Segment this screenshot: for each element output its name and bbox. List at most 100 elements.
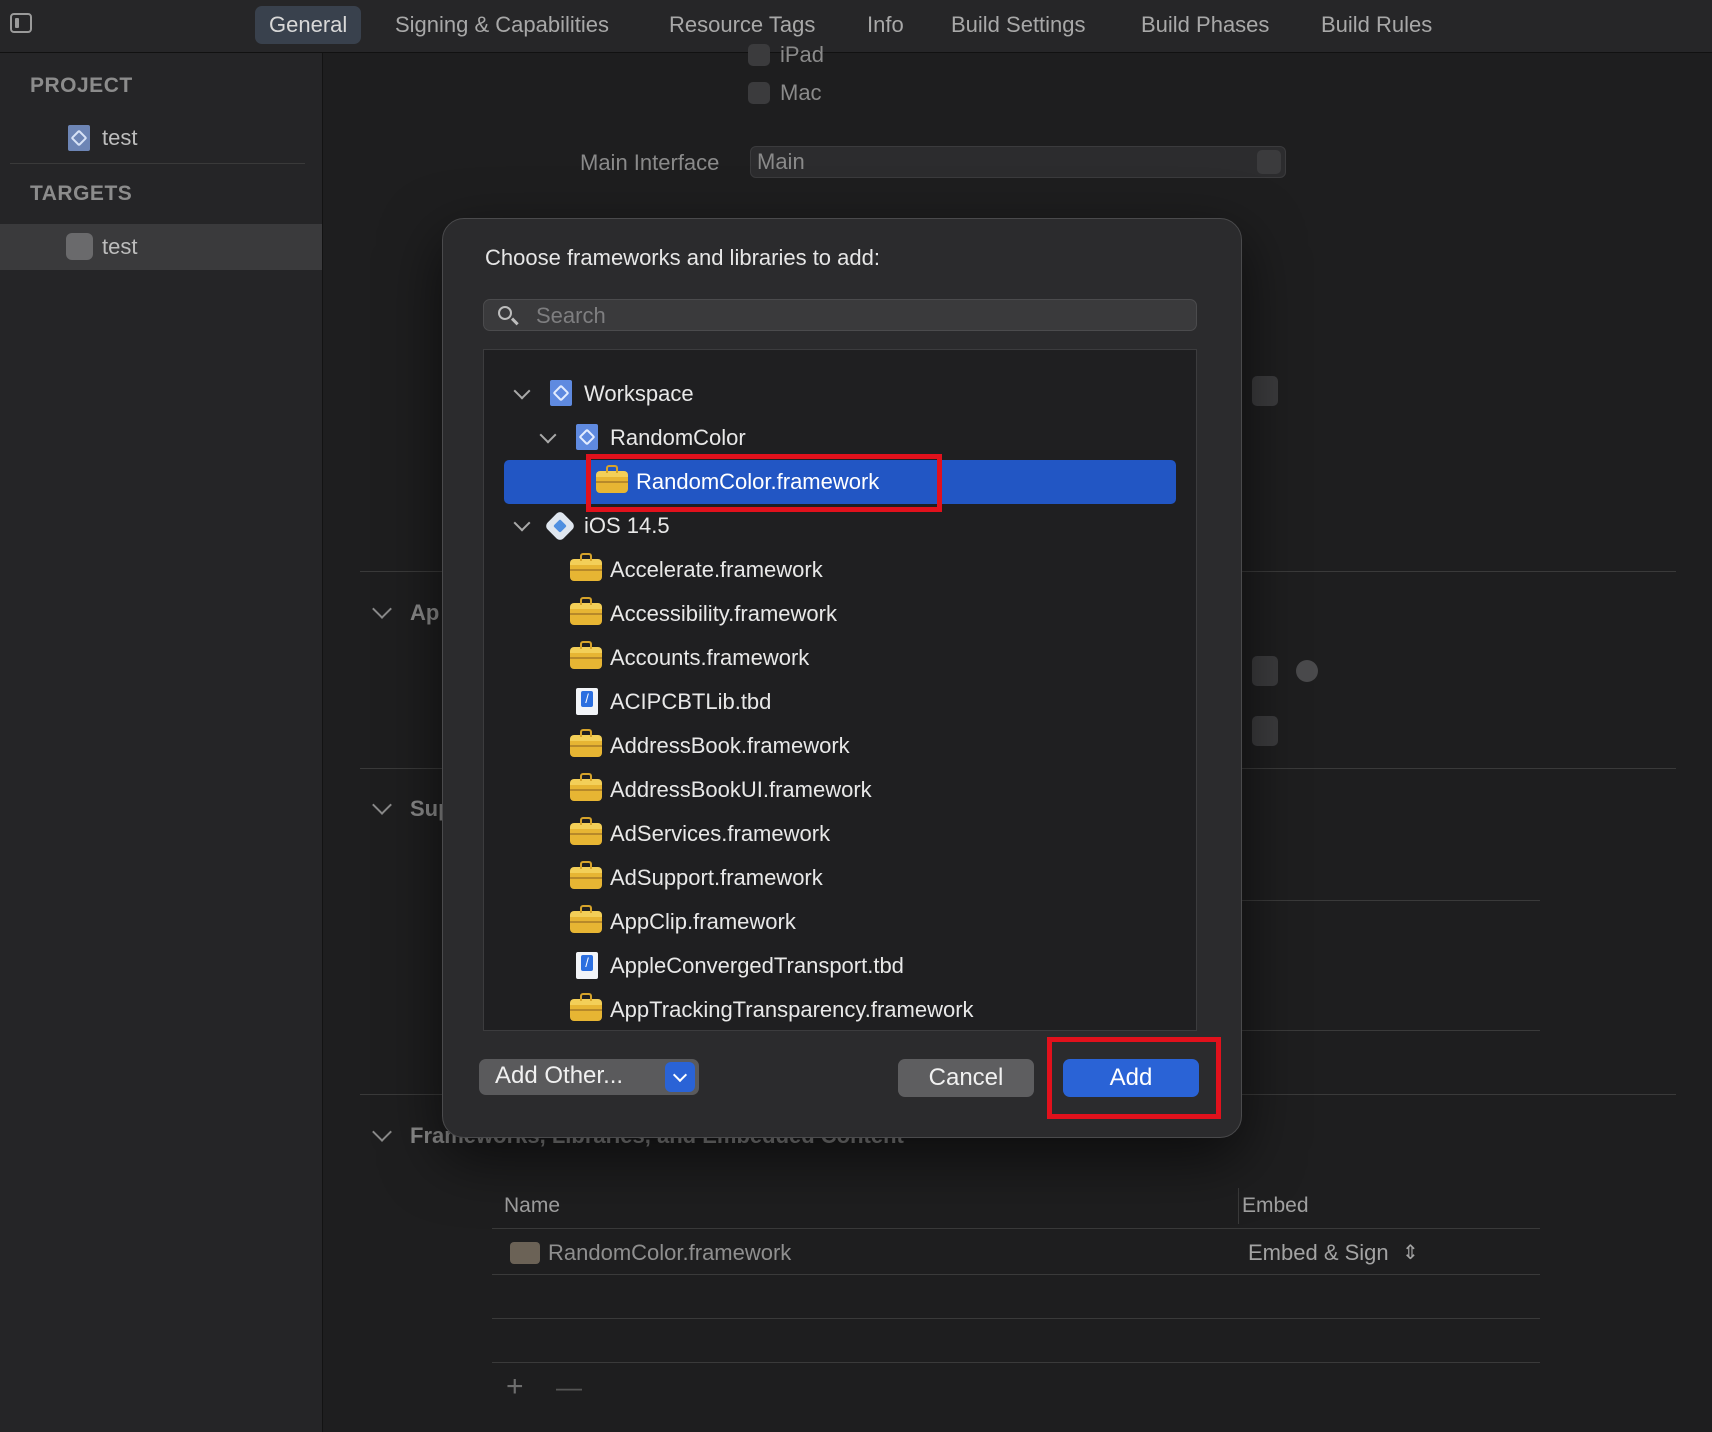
search-icon: [498, 306, 512, 320]
arrow-right-circle-icon[interactable]: [1296, 660, 1318, 682]
main-interface-label: Main Interface: [580, 150, 720, 175]
chevron-down-icon[interactable]: [372, 599, 392, 619]
framework-icon: [570, 729, 602, 757]
tree-row-label: AddressBook.framework: [610, 733, 850, 758]
add-other-button[interactable]: Add Other...: [479, 1059, 699, 1095]
table-row[interactable]: RandomColor.framework Embed & Sign ⇕: [492, 1232, 1540, 1275]
tree-row-label: Accounts.framework: [610, 645, 810, 670]
row-divider: [492, 1318, 1540, 1319]
add-frameworks-sheet: Choose frameworks and libraries to add: …: [442, 218, 1242, 1138]
remove-framework-button[interactable]: —: [556, 1372, 582, 1403]
sheet-title: Choose frameworks and libraries to add:: [485, 245, 880, 270]
tree-row[interactable]: Accelerate.framework: [504, 548, 1176, 592]
tree-row-label: ACIPCBTLib.tbd: [610, 689, 772, 714]
chevron-down-icon[interactable]: [372, 1122, 392, 1142]
row-divider: [492, 1362, 1540, 1363]
tbd-file-icon: [576, 688, 598, 715]
tab-signing-capabilities[interactable]: Signing & Capabilities: [381, 6, 623, 44]
tree-row[interactable]: AppleConvergedTransport.tbd: [504, 944, 1176, 988]
stepper-icon[interactable]: [1252, 376, 1278, 406]
sdk-icon: [544, 510, 576, 542]
tree-row[interactable]: AppClip.framework: [504, 900, 1176, 944]
disclosure-chevron-icon[interactable]: [513, 514, 531, 532]
tree-row[interactable]: AddressBook.framework: [504, 724, 1176, 768]
tree-row[interactable]: Accessibility.framework: [504, 592, 1176, 636]
tree-row-label: AdServices.framework: [610, 821, 831, 846]
framework-tree[interactable]: Workspace RandomColor RandomColor.framew…: [483, 349, 1197, 1031]
mac-label: Mac: [780, 80, 822, 105]
column-name-header[interactable]: Name: [504, 1194, 560, 1218]
frameworks-table-header: Name Embed: [492, 1188, 1540, 1229]
divider: [10, 163, 305, 164]
app-target-icon: [66, 233, 93, 260]
sidebar-item-label: test: [102, 125, 138, 150]
framework-icon: [510, 1242, 540, 1264]
tab-build-phases[interactable]: Build Phases: [1127, 6, 1283, 44]
tab-general[interactable]: General: [255, 6, 362, 44]
tab-build-rules[interactable]: Build Rules: [1307, 6, 1446, 44]
annotation-highlight-box: [1047, 1037, 1221, 1119]
tbd-file-icon: [576, 952, 598, 979]
tree-row-label: RandomColor: [610, 425, 746, 450]
section-app-icons: Ap: [410, 600, 440, 625]
row-framework-name: RandomColor.framework: [548, 1240, 792, 1265]
add-framework-button[interactable]: +: [506, 1370, 524, 1404]
tab-build-settings[interactable]: Build Settings: [937, 6, 1100, 44]
cancel-button[interactable]: Cancel: [898, 1059, 1034, 1097]
sidebar-item-target-test[interactable]: test: [0, 224, 322, 270]
search-field[interactable]: [483, 299, 1197, 332]
chevron-down-icon[interactable]: [665, 1062, 695, 1092]
tree-row-label: AddressBookUI.framework: [610, 777, 872, 802]
up-down-chevron-icon: ⇕: [1402, 1242, 1419, 1264]
tree-row[interactable]: Accounts.framework: [504, 636, 1176, 680]
main-interface-popup[interactable]: Main: [750, 146, 1286, 178]
tree-row-label: AppClip.framework: [610, 909, 796, 934]
framework-icon: [570, 773, 602, 801]
sidebar-item-label: test: [102, 234, 138, 259]
tree-row-ios-sdk[interactable]: iOS 14.5: [504, 504, 1176, 548]
disclosure-chevron-icon[interactable]: [539, 426, 557, 444]
targets-header: TARGETS: [30, 182, 133, 205]
tree-row-label: Accessibility.framework: [610, 601, 837, 626]
tree-row-workspace[interactable]: Workspace: [504, 372, 1176, 416]
tree-row-label: AdSupport.framework: [610, 865, 823, 890]
tab-resource-tags[interactable]: Resource Tags: [655, 6, 829, 44]
row-embed-popup[interactable]: Embed & Sign: [1248, 1240, 1389, 1266]
search-input[interactable]: [534, 300, 1188, 332]
tree-row-label: AppleConvergedTransport.tbd: [610, 953, 904, 978]
chevron-down-icon[interactable]: [372, 795, 392, 815]
mac-checkbox[interactable]: [748, 82, 770, 104]
tree-row-label: Workspace: [584, 381, 694, 406]
tree-row[interactable]: AdSupport.framework: [504, 856, 1176, 900]
framework-icon: [570, 553, 602, 581]
tab-info[interactable]: Info: [853, 6, 918, 44]
column-separator: [1238, 1188, 1239, 1224]
stepper-icon[interactable]: [1252, 656, 1278, 686]
add-other-label: Add Other...: [495, 1062, 624, 1089]
framework-icon: [570, 641, 602, 669]
tree-row[interactable]: AdServices.framework: [504, 812, 1176, 856]
tree-row-label: iOS 14.5: [584, 513, 670, 538]
chevron-down-icon[interactable]: [1252, 716, 1278, 746]
editor-tab-bar: General Signing & Capabilities Resource …: [0, 0, 1712, 53]
chevron-down-icon: [1257, 150, 1281, 174]
tree-row[interactable]: AppTrackingTransparency.framework: [504, 988, 1176, 1030]
tree-row[interactable]: AddressBookUI.framework: [504, 768, 1176, 812]
tree-row[interactable]: ACIPCBTLib.tbd: [504, 680, 1176, 724]
project-navigator: PROJECT test TARGETS test: [0, 53, 323, 1432]
framework-icon: [570, 993, 602, 1021]
sidebar-item-project-test[interactable]: test: [0, 115, 322, 161]
ipad-label: iPad: [780, 42, 825, 67]
project-header: PROJECT: [30, 74, 133, 97]
column-embed-header[interactable]: Embed: [1242, 1194, 1309, 1218]
framework-icon: [570, 597, 602, 625]
sidebar-toggle-icon[interactable]: [10, 13, 32, 33]
row-divider: [1240, 1030, 1540, 1031]
framework-icon: [570, 817, 602, 845]
framework-icon: [570, 861, 602, 889]
main-interface-value: Main: [757, 149, 805, 174]
framework-icon: [570, 905, 602, 933]
ipad-checkbox[interactable]: [748, 44, 770, 66]
tree-row-label: Accelerate.framework: [610, 557, 823, 582]
disclosure-chevron-icon[interactable]: [513, 382, 531, 400]
